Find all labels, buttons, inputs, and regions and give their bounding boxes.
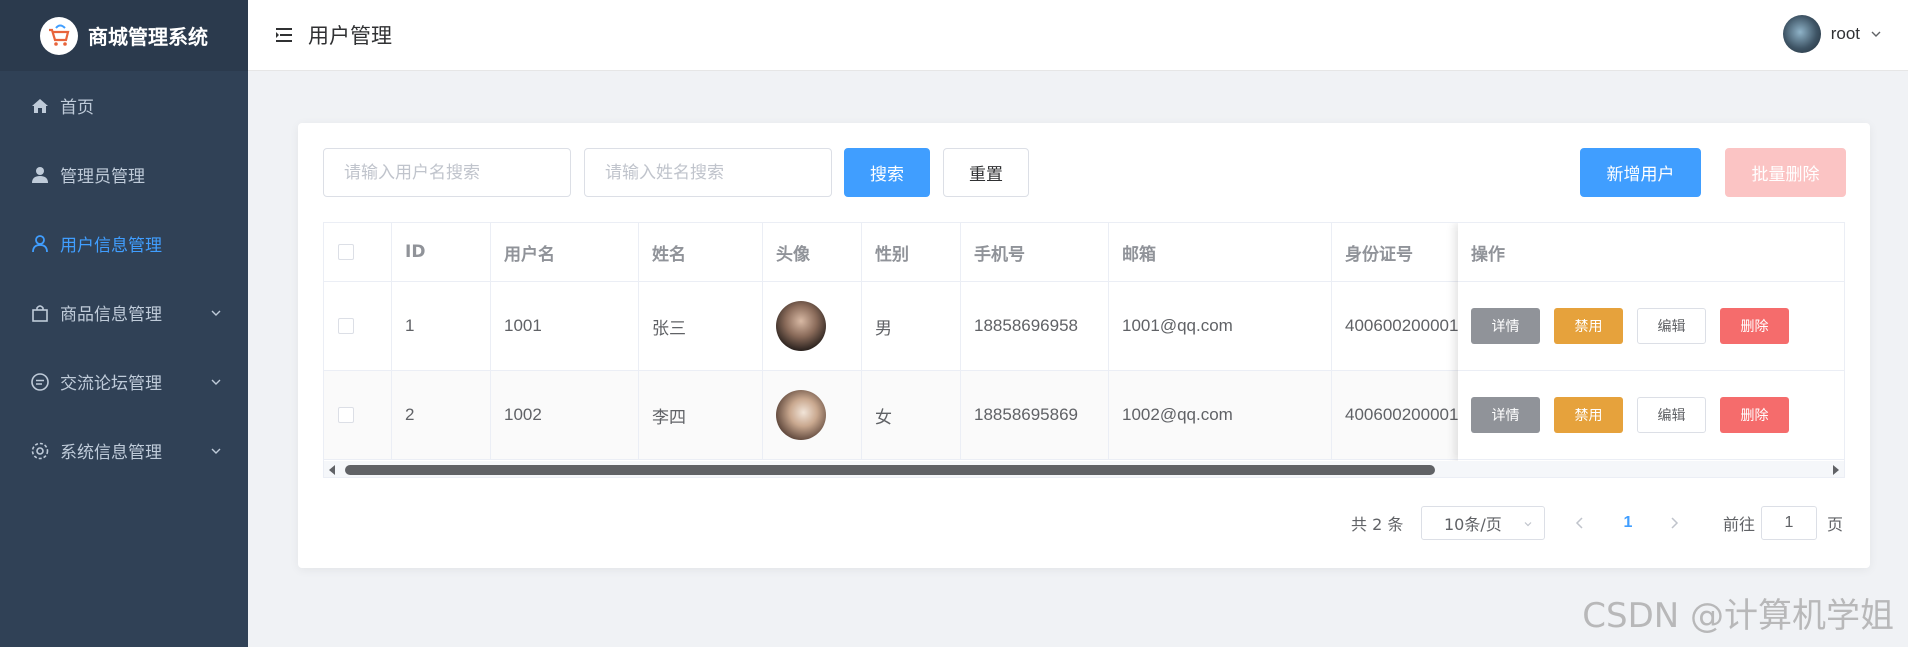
avatar[interactable] [776,301,826,351]
row-actions: 详情 禁用 编辑 删除 [1458,371,1844,460]
reset-button[interactable]: 重置 [943,148,1029,197]
cell-phone: 18858696958 [961,282,1109,371]
horizontal-scrollbar[interactable] [324,461,1844,477]
page-number-current[interactable]: 1 [1613,506,1643,540]
edit-button[interactable]: 编辑 [1637,308,1706,344]
chevron-right-icon [1671,517,1679,529]
username-search-input[interactable] [323,148,571,197]
cell-id: 1 [392,282,491,371]
detail-button[interactable]: 详情 [1471,308,1540,344]
total-count: 共 2 条 [1351,515,1404,534]
cell-phone: 18858695869 [961,371,1109,460]
sidebar: 商城管理系统 首页 管理员管理 用户信息管理 商品信息管理 交流论坛管理 系统信… [0,0,248,647]
chevron-down-icon [1871,31,1881,37]
goto-label: 前往 [1723,515,1756,534]
column-header[interactable]: 邮箱 [1109,223,1332,282]
sidebar-item-home[interactable]: 首页 [0,71,248,140]
column-header[interactable]: 性别 [862,223,961,282]
chat-icon [30,372,50,392]
page-title: 用户管理 [308,24,392,48]
sidebar-item-label: 商品信息管理 [60,305,162,325]
chevron-down-icon [211,310,221,316]
chevron-down-icon [211,448,221,454]
chevron-down-icon [211,379,221,385]
select-all-checkbox[interactable] [338,244,354,260]
cell-name: 张三 [639,282,763,371]
cell-avatar [763,371,862,460]
column-header[interactable]: 手机号 [961,223,1109,282]
row-checkbox[interactable] [338,407,354,423]
edit-button[interactable]: 编辑 [1637,397,1706,433]
sidebar-item-admin[interactable]: 管理员管理 [0,140,248,209]
cell-email: 1001@qq.com [1109,282,1332,371]
batch-delete-button[interactable]: 批量删除 [1725,148,1846,197]
shopping-bag-icon [30,303,50,323]
column-header: 操作 [1458,223,1844,282]
cell-email: 1002@qq.com [1109,371,1332,460]
cell-username: 1002 [491,371,639,460]
scrollbar-thumb[interactable] [345,465,1435,475]
row-select-cell [324,282,392,371]
cell-username: 1001 [491,282,639,371]
sidebar-item-label: 系统信息管理 [60,443,162,463]
watermark: CSDN @计算机学姐 [1582,596,1894,636]
goto-page-input[interactable] [1761,506,1817,540]
prev-page-button[interactable] [1567,506,1593,540]
username: root [1830,24,1860,43]
avatar [1782,15,1821,53]
user-menu[interactable]: root [1782,15,1882,53]
cell-id: 2 [392,371,491,460]
delete-button[interactable]: 删除 [1720,308,1789,344]
name-search-input[interactable] [584,148,832,197]
home-icon [30,96,50,116]
sidebar-item-label: 交流论坛管理 [60,374,162,394]
chevron-left-icon [1575,517,1583,529]
sidebar-item-label: 用户信息管理 [60,236,162,256]
detail-button[interactable]: 详情 [1471,397,1540,433]
sidebar-item-system[interactable]: 系统信息管理 [0,416,248,485]
shopping-cart-logo-icon [40,16,78,55]
avatar[interactable] [776,390,826,440]
disable-button[interactable]: 禁用 [1554,308,1623,344]
row-checkbox[interactable] [338,318,354,334]
page-size-select[interactable]: 10条/页 [1421,506,1545,540]
actions-column: 操作 详情 禁用 编辑 删除 详情 禁用 编辑 删除 [1458,223,1844,461]
brand[interactable]: 商城管理系统 [0,0,248,71]
row-select-cell [324,371,392,460]
content-card: 搜索 重置 新增用户 批量删除 ID 用户名 姓名 头像 性别 手机号 邮箱 身… [298,123,1870,568]
column-header[interactable]: 姓名 [639,223,763,282]
delete-button[interactable]: 删除 [1720,397,1789,433]
page-suffix: 页 [1827,515,1844,534]
row-actions: 详情 禁用 编辑 删除 [1458,282,1844,371]
sidebar-item-label: 首页 [60,98,94,118]
chevron-down-icon [1524,522,1532,527]
add-user-button[interactable]: 新增用户 [1580,148,1701,197]
sidebar-item-label: 管理员管理 [60,167,145,187]
cell-avatar [763,282,862,371]
user-table: ID 用户名 姓名 头像 性别 手机号 邮箱 身份证号 1 1001 张三 男 … [323,222,1845,478]
sidebar-item-users[interactable]: 用户信息管理 [0,209,248,278]
top-header: 用户管理 root [248,0,1908,71]
cell-gender: 女 [862,371,961,460]
column-header[interactable]: ID [392,223,491,282]
gear-icon [30,441,50,461]
column-header[interactable]: 头像 [763,223,862,282]
disable-button[interactable]: 禁用 [1554,397,1623,433]
column-header[interactable]: 用户名 [491,223,639,282]
user-solid-icon [30,165,50,185]
scroll-left-arrow-icon[interactable] [329,465,335,475]
sidebar-item-forum[interactable]: 交流论坛管理 [0,347,248,416]
search-button[interactable]: 搜索 [844,148,930,197]
next-page-button[interactable] [1661,506,1687,540]
select-all-cell [324,223,392,282]
user-outline-icon [30,234,50,254]
sidebar-item-goods[interactable]: 商品信息管理 [0,278,248,347]
cell-gender: 男 [862,282,961,371]
cell-name: 李四 [639,371,763,460]
collapse-menu-icon[interactable] [274,27,294,43]
scroll-right-arrow-icon[interactable] [1833,465,1839,475]
page-size-value: 10条/页 [1444,515,1502,534]
app-title: 商城管理系统 [88,25,208,49]
